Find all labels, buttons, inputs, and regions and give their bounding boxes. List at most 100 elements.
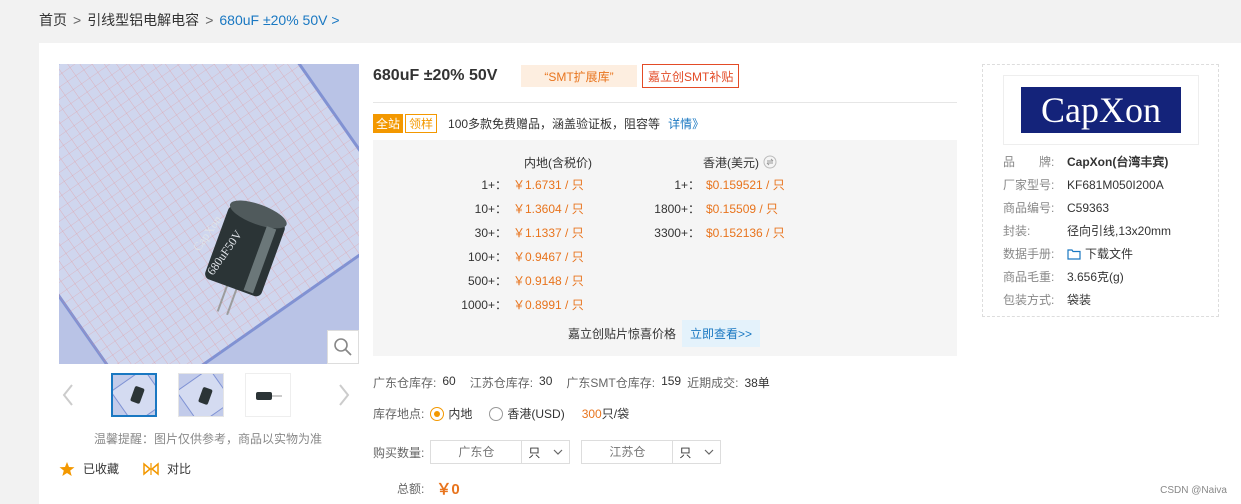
- favorite-compare-bar: 已收藏 对比: [59, 460, 205, 477]
- total-value: ￥0: [436, 481, 460, 498]
- unit-select-guangdong[interactable]: 只: [522, 440, 571, 464]
- attribute-value: 径向引线,13x20mm: [1067, 224, 1172, 238]
- brand-info-box: CapXon 品 牌: CapXon(台湾丰宾) 厂家型号: KF681M050I20…: [982, 64, 1219, 317]
- quantity-label: 购买数量:: [373, 445, 425, 460]
- quantity-input-guangdong[interactable]: [430, 440, 523, 464]
- brand-attribute-row: 品 牌: CapXon(台湾丰宾): [1003, 150, 1171, 173]
- price-tier-qty: 100+：: [467, 249, 507, 264]
- thumbnail-image: [246, 374, 290, 416]
- radio-checked-icon[interactable]: [430, 406, 445, 421]
- recent-deals-label: 近期成交:: [687, 376, 739, 390]
- unit-select-jiangsu[interactable]: 只: [673, 440, 722, 464]
- attribute-key: 品 牌:: [1003, 155, 1055, 169]
- price-box: 内地(含税价) 1+： ￥1.6731 / 只 10+： ￥1.3604 / 只 30+…: [373, 140, 957, 356]
- radio-unchecked-icon[interactable]: [489, 406, 504, 421]
- thumbnail-image: [179, 374, 223, 416]
- price-tier-qty: 3300+：: [654, 225, 700, 240]
- unit-label: 只: [679, 445, 692, 460]
- smt-surprise-price: 嘉立创贴片惊喜价格 立即查看>>: [568, 320, 761, 347]
- smt-subsidy-tag[interactable]: 嘉立创SMT补贴: [642, 64, 740, 88]
- price-tier-qty: 30+：: [474, 225, 507, 240]
- main-product-image[interactable]: CapXon 680uF50V: [59, 64, 359, 364]
- breadcrumb-separator: >: [205, 12, 214, 28]
- price-tier-price: ￥1.6731 / 只: [513, 177, 584, 192]
- price-tier-price: ￥1.1337 / 只: [513, 225, 584, 240]
- attribute-key: 商品毛重:: [1003, 270, 1055, 284]
- attribute-key: 厂家型号:: [1003, 178, 1055, 192]
- chevron-left-icon: [62, 384, 73, 406]
- attribute-key: 封装:: [1003, 224, 1031, 238]
- purchase-quantity: 购买数量: 只 只: [373, 440, 732, 464]
- brand-logo: CapXon: [1021, 87, 1181, 133]
- breadcrumb-current[interactable]: 680uF ±20% 50V >: [219, 12, 339, 28]
- zoom-button[interactable]: [327, 330, 359, 364]
- thumbnail-3[interactable]: [245, 373, 291, 417]
- stock-smt-label: 广东SMT仓库存:: [566, 376, 656, 390]
- price-tier-row: 1000+： ￥0.8991 / 只: [433, 292, 592, 316]
- price-header-mainland: 内地(含税价): [524, 155, 592, 170]
- thumbnail-2[interactable]: [178, 373, 224, 417]
- attribute-key: 包装方式:: [1003, 293, 1055, 307]
- compare-label: 对比: [167, 462, 192, 476]
- price-tier-qty: 10+：: [474, 201, 507, 216]
- brand-attributes: 品 牌: CapXon(台湾丰宾) 厂家型号: KF681M050I200A 商品编号:…: [1003, 150, 1171, 311]
- thumbnail-1[interactable]: [111, 373, 157, 417]
- breadcrumb-category[interactable]: 引线型铝电解电容: [87, 10, 199, 30]
- total-label: 总额:: [397, 482, 425, 496]
- price-tier-row: 100+： ￥0.9467 / 只: [433, 244, 592, 268]
- promo-details-link[interactable]: 详情》: [668, 115, 704, 132]
- total-amount: 总额: ￥0: [397, 478, 460, 499]
- price-column-mainland: 内地(含税价) 1+： ￥1.6731 / 只 10+： ￥1.3604 / 只 30+…: [433, 152, 592, 316]
- product-title: 680uF ±20% 50V: [373, 67, 498, 84]
- recent-deals-value: 38单: [744, 376, 770, 390]
- price-tier-row: 1+： ￥1.6731 / 只: [433, 172, 592, 196]
- price-tier-qty: 1+：: [674, 177, 700, 192]
- attribute-value: 下载文件: [1085, 247, 1134, 261]
- quantity-input-jiangsu[interactable]: [581, 440, 674, 464]
- thumb-prev-arrow[interactable]: [61, 383, 75, 407]
- location-option-hongkong[interactable]: 香港(USD): [489, 405, 565, 422]
- magnifier-icon: [334, 338, 352, 356]
- attribute-value: KF681M050I200A: [1067, 177, 1164, 192]
- price-tier-price: ￥0.9148 / 只: [513, 273, 584, 288]
- datasheet-download-link[interactable]: 下载文件: [1067, 245, 1133, 262]
- brand-attribute-row: 厂家型号: KF681M050I200A: [1003, 173, 1171, 196]
- smt-library-tag[interactable]: “SMT扩展库”: [521, 65, 637, 87]
- thumbnail-image: [113, 375, 155, 415]
- location-label: 库存地点:: [373, 407, 425, 421]
- location-option-mainland[interactable]: 内地: [430, 405, 472, 422]
- view-now-button[interactable]: 立即查看>>: [682, 320, 761, 347]
- title-divider: [373, 102, 957, 103]
- price-tier-qty: 1800+：: [654, 201, 700, 216]
- stock-gd-label: 广东仓库存:: [373, 376, 437, 390]
- price-tier-row: 10+： ￥1.3604 / 只: [433, 196, 592, 220]
- price-tier-price: ￥0.8991 / 只: [513, 297, 584, 312]
- thumbnail-strip: [59, 373, 359, 417]
- stock-gd-value: 60: [442, 374, 456, 388]
- stock-info: 广东仓库存: 60 江苏仓库存: 30 广东SMT仓库存: 159 近期成交: …: [373, 374, 770, 391]
- price-tier-row: 1800+： $0.15509 / 只: [613, 196, 785, 220]
- thumb-next-arrow[interactable]: [337, 383, 351, 407]
- price-tier-qty: 1000+：: [461, 297, 507, 312]
- attribute-key: 商品编号:: [1003, 201, 1055, 215]
- brand-attribute-row: 数据手册: 下载文件: [1003, 242, 1171, 265]
- price-tier-price: $0.15509 / 只: [706, 201, 779, 216]
- chevron-right-icon: [339, 384, 350, 406]
- watermark: CSDN @Naiva: [1160, 485, 1227, 496]
- compare-icon: [143, 461, 159, 476]
- product-photo: CapXon 680uF50V: [59, 64, 359, 364]
- promo-bar: 全站 领样 100多款免费赠品，涵盖验证板，阻容等 详情》: [373, 114, 704, 133]
- compare-button[interactable]: 对比: [143, 460, 191, 477]
- price-tier-row: 500+： ￥0.9148 / 只: [433, 268, 592, 292]
- breadcrumb-home[interactable]: 首页: [39, 10, 67, 30]
- brand-logo-frame[interactable]: CapXon: [1003, 75, 1199, 145]
- attribute-key: 数据手册:: [1003, 247, 1055, 261]
- price-tier-price: ￥0.9467 / 只: [513, 249, 584, 264]
- price-tier-price: ￥1.3604 / 只: [513, 201, 584, 216]
- chevron-down-icon: [553, 449, 563, 455]
- package-quantity: 300只/袋: [581, 407, 630, 421]
- breadcrumb-separator: >: [73, 12, 82, 28]
- price-tier-qty: 500+：: [467, 273, 507, 288]
- favorite-button[interactable]: 已收藏: [59, 460, 119, 477]
- exchange-icon[interactable]: [763, 155, 777, 169]
